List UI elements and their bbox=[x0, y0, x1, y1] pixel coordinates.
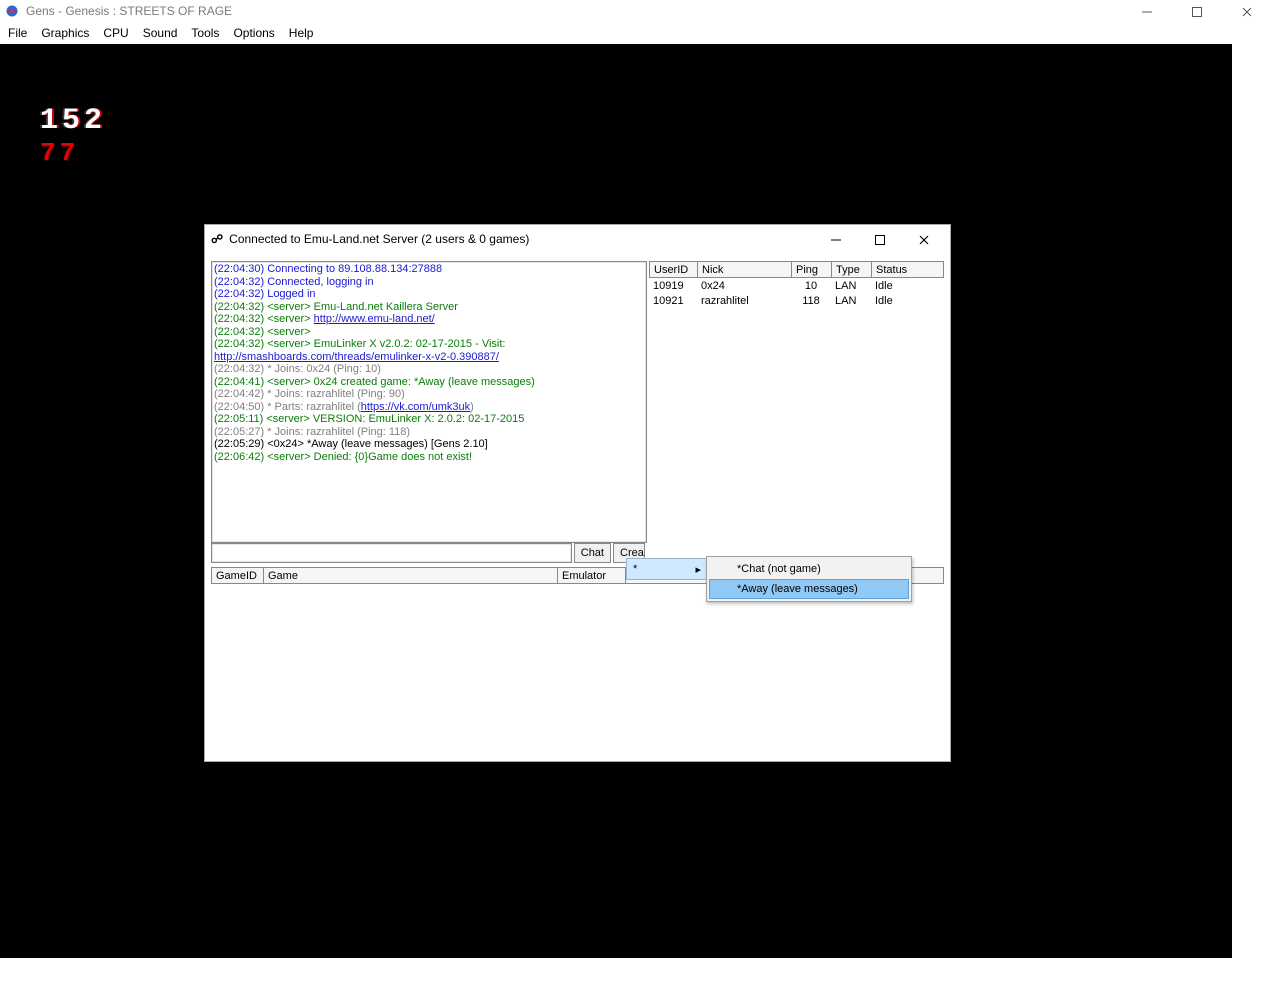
log-line: (22:04:32) <server> http://www.emu-land.… bbox=[214, 313, 644, 326]
menu-options[interactable]: Options bbox=[233, 26, 274, 40]
dialog-minimize-button[interactable] bbox=[814, 229, 858, 251]
header-emulator[interactable]: Emulator bbox=[557, 567, 625, 584]
server-log: (22:04:30) Connecting to 89.108.88.134:2… bbox=[211, 261, 647, 543]
log-line: (22:04:32) <server> EmuLinker X v2.0.2: … bbox=[214, 338, 644, 351]
window-title: Gens - Genesis : STREETS OF RAGE bbox=[26, 4, 232, 18]
context-menu-item[interactable]: *Chat (not game) bbox=[709, 559, 909, 579]
menu-cpu[interactable]: CPU bbox=[103, 26, 128, 40]
menu-file[interactable]: File bbox=[8, 26, 27, 40]
log-line: (22:05:27) * Joins: razrahlitel (Ping: 1… bbox=[214, 426, 644, 439]
window-titlebar: Gens - Genesis : STREETS OF RAGE bbox=[0, 0, 1280, 22]
chat-input[interactable] bbox=[211, 543, 572, 563]
log-line: (22:05:29) <0x24> *Away (leave messages)… bbox=[214, 438, 644, 451]
menu-tools[interactable]: Tools bbox=[191, 26, 219, 40]
log-line: (22:04:32) <server> bbox=[214, 326, 644, 339]
header-ping[interactable]: Ping bbox=[791, 261, 831, 278]
log-line: (22:04:32) * Joins: 0x24 (Ping: 10) bbox=[214, 363, 644, 376]
log-line: http://smashboards.com/threads/emulinker… bbox=[214, 351, 644, 364]
log-line: (22:04:32) Logged in bbox=[214, 288, 644, 301]
log-line: (22:04:50) * Parts: razrahlitel (https:/… bbox=[214, 401, 644, 414]
header-spacer bbox=[921, 261, 944, 278]
minimize-button[interactable] bbox=[1132, 2, 1162, 22]
log-line: (22:04:32) Connected, logging in bbox=[214, 276, 644, 289]
log-line: (22:04:41) <server> 0x24 created game: *… bbox=[214, 376, 644, 389]
context-menu-root-label: * bbox=[633, 563, 637, 575]
log-line: (22:06:42) <server> Denied: {0}Game does… bbox=[214, 451, 644, 464]
app-icon bbox=[4, 3, 20, 19]
user-table: UserID Nick Ping Type Status 109190x2410… bbox=[649, 261, 944, 561]
header-game[interactable]: Game bbox=[263, 567, 557, 584]
hud-lives: 77 bbox=[40, 138, 106, 168]
context-menu-root[interactable]: * ▸ bbox=[626, 558, 708, 580]
header-gameid[interactable]: GameID bbox=[211, 567, 263, 584]
close-button[interactable] bbox=[1232, 2, 1262, 22]
hud: 152 77 bbox=[40, 104, 106, 168]
maximize-button[interactable] bbox=[1182, 2, 1212, 22]
header-userid[interactable]: UserID bbox=[649, 261, 697, 278]
context-menu-item[interactable]: *Away (leave messages) bbox=[709, 579, 909, 599]
menu-help[interactable]: Help bbox=[289, 26, 314, 40]
kaillera-dialog: ☍ Connected to Emu-Land.net Server (2 us… bbox=[204, 224, 951, 762]
user-row[interactable]: 10921razrahlitel118LANIdle bbox=[649, 293, 944, 308]
log-link[interactable]: http://www.emu-land.net/ bbox=[314, 313, 435, 325]
log-line: (22:04:30) Connecting to 89.108.88.134:2… bbox=[214, 263, 644, 276]
log-line: (22:04:42) * Joins: razrahlitel (Ping: 9… bbox=[214, 388, 644, 401]
link-icon: ☍ bbox=[211, 232, 223, 246]
chat-button[interactable]: Chat bbox=[574, 543, 611, 563]
dialog-close-button[interactable] bbox=[902, 229, 946, 251]
menubar: File Graphics CPU Sound Tools Options He… bbox=[0, 22, 1280, 44]
header-type[interactable]: Type bbox=[831, 261, 871, 278]
log-line: (22:05:11) <server> VERSION: EmuLinker X… bbox=[214, 413, 644, 426]
context-submenu: *Chat (not game)*Away (leave messages) bbox=[706, 556, 912, 602]
header-nick[interactable]: Nick bbox=[697, 261, 791, 278]
hud-score: 152 bbox=[40, 104, 106, 138]
log-link[interactable]: https://vk.com/umk3uk bbox=[361, 401, 470, 413]
chevron-right-icon: ▸ bbox=[695, 563, 701, 576]
dialog-maximize-button[interactable] bbox=[858, 229, 902, 251]
dialog-title: Connected to Emu-Land.net Server (2 user… bbox=[229, 232, 529, 246]
header-status[interactable]: Status bbox=[871, 261, 921, 278]
log-line: (22:04:32) <server> Emu-Land.net Kailler… bbox=[214, 301, 644, 314]
menu-sound[interactable]: Sound bbox=[143, 26, 178, 40]
user-row[interactable]: 109190x2410LANIdle bbox=[649, 278, 944, 293]
menu-graphics[interactable]: Graphics bbox=[41, 26, 89, 40]
